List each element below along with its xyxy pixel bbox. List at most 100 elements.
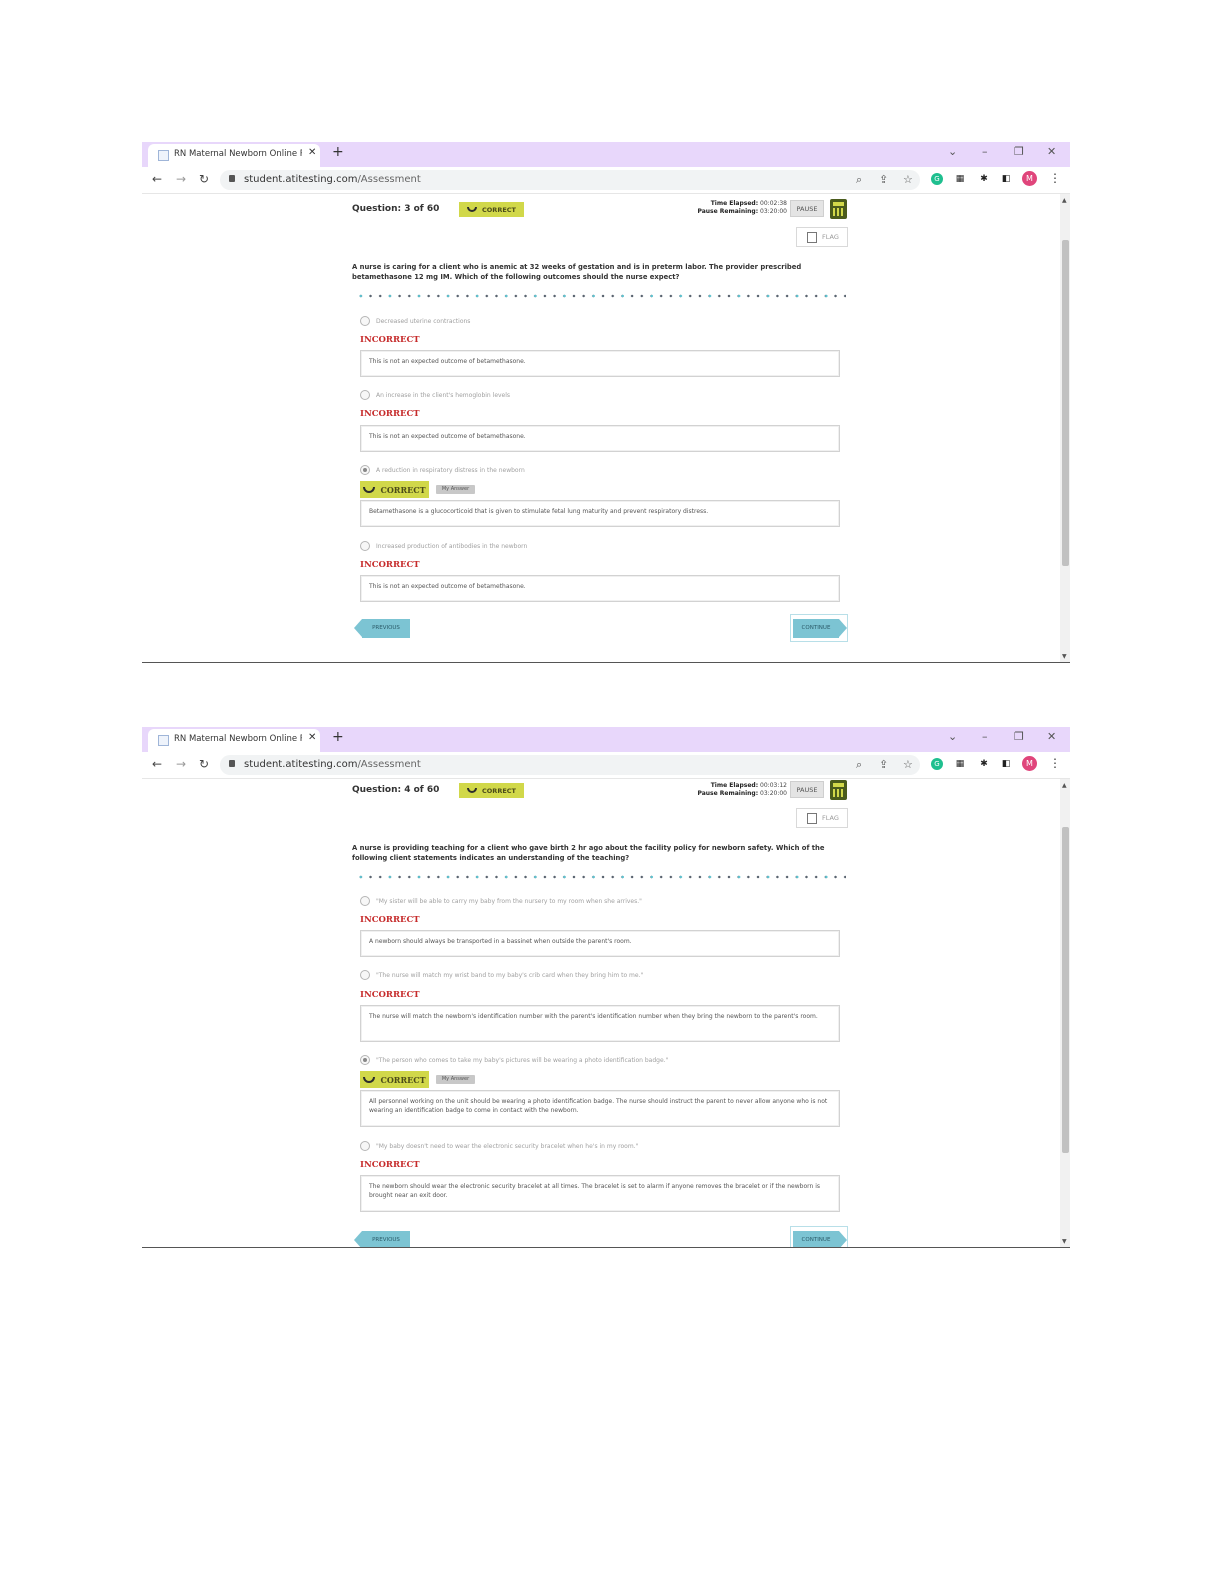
option-text: "My sister will be able to carry my baby…	[376, 898, 642, 905]
url-path: /Assessment	[357, 174, 421, 185]
grammarly-extension-icon[interactable]: G	[931, 758, 943, 770]
forward-icon[interactable]: →	[176, 757, 186, 771]
tab-search-icon[interactable]: ⌄	[948, 145, 957, 158]
scroll-up-icon[interactable]: ▲	[1062, 197, 1067, 204]
result-incorrect: INCORRECT	[360, 915, 420, 925]
time-elapsed-label: Time Elapsed:	[710, 200, 759, 207]
browser-tab[interactable]: RN Maternal Newborn Online Pr ✕	[148, 729, 320, 752]
result-correct-badge: CORRECT	[360, 481, 429, 498]
question-stem: A nurse is caring for a client who is an…	[352, 263, 802, 281]
close-tab-icon[interactable]: ✕	[308, 732, 316, 743]
minimize-icon[interactable]: –	[982, 145, 988, 158]
share-icon[interactable]: ⇪	[879, 758, 888, 771]
page-favicon-icon	[158, 735, 169, 746]
continue-button[interactable]: CONTINUE	[790, 1226, 848, 1248]
restore-icon[interactable]: ❐	[1014, 145, 1024, 158]
pause-remaining-label: Pause Remaining:	[697, 790, 759, 797]
url-host: student.atitesting.com	[244, 174, 358, 185]
restore-icon[interactable]: ❐	[1014, 730, 1024, 743]
option-radio[interactable]	[360, 970, 370, 980]
option-text: An increase in the client's hemoglobin l…	[376, 392, 511, 399]
page-scrollbar[interactable]: ▲ ▼	[1060, 194, 1070, 663]
profile-avatar[interactable]: M	[1022, 756, 1037, 771]
result-incorrect: INCORRECT	[360, 409, 420, 419]
bookmark-star-icon[interactable]: ☆	[903, 758, 913, 771]
rationale-box: This is not an expected outcome of betam…	[360, 425, 840, 452]
rationale-box: All personnel working on the unit should…	[360, 1090, 840, 1127]
reload-icon[interactable]: ↻	[199, 172, 209, 186]
url-text: student.atitesting.com/Assessment	[244, 759, 421, 770]
pause-button[interactable]: PAUSE	[790, 200, 824, 217]
close-tab-icon[interactable]: ✕	[308, 147, 316, 158]
time-elapsed: 00:02:38	[760, 200, 787, 207]
scroll-thumb[interactable]	[1062, 240, 1069, 566]
address-bar[interactable]: student.atitesting.com/Assessment ⌕ ⇪ ☆	[220, 755, 920, 775]
flag-label: FLAG	[822, 233, 839, 241]
tab-search-icon[interactable]: ⌄	[948, 730, 957, 743]
option-radio[interactable]	[360, 896, 370, 906]
option-radio[interactable]	[360, 1141, 370, 1151]
previous-label: PREVIOUS	[362, 1231, 410, 1248]
divider	[142, 662, 1070, 663]
previous-button[interactable]: PREVIOUS	[354, 619, 410, 638]
timer: Time Elapsed: 00:03:12 Pause Remaining: …	[662, 782, 787, 798]
side-panel-icon[interactable]: ◧	[1000, 758, 1012, 770]
scroll-down-icon[interactable]: ▼	[1062, 653, 1067, 660]
status-badge: CORRECT	[459, 202, 524, 217]
time-elapsed-label: Time Elapsed:	[710, 782, 759, 789]
new-tab-icon[interactable]: +	[332, 144, 344, 160]
scroll-up-icon[interactable]: ▲	[1062, 782, 1067, 789]
browser-toolbar: ← → ↻ student.atitesting.com/Assessment …	[142, 167, 1070, 194]
flag-button[interactable]: FLAG	[796, 227, 848, 247]
browser-menu-icon[interactable]: ⋮	[1049, 756, 1061, 770]
result-correct-label: CORRECT	[380, 484, 426, 495]
extension-icon[interactable]: ▦	[954, 173, 966, 185]
bookmark-star-icon[interactable]: ☆	[903, 173, 913, 186]
extension-icon[interactable]: ▦	[954, 758, 966, 770]
address-bar[interactable]: student.atitesting.com/Assessment ⌕ ⇪ ☆	[220, 170, 920, 190]
browser-tab[interactable]: RN Maternal Newborn Online Pr ✕	[148, 144, 320, 167]
continue-label: CONTINUE	[793, 619, 839, 638]
tab-strip: RN Maternal Newborn Online Pr ✕ + ⌄ – ❐ …	[142, 727, 1070, 752]
option-radio-selected[interactable]	[360, 465, 370, 475]
close-window-icon[interactable]: ✕	[1047, 145, 1056, 158]
tab-strip: RN Maternal Newborn Online Pr ✕ + ⌄ – ❐ …	[142, 142, 1070, 167]
calculator-icon[interactable]	[830, 780, 847, 800]
question-counter: Question: 3 of 60	[352, 204, 440, 214]
result-incorrect: INCORRECT	[360, 560, 420, 570]
lock-icon	[229, 760, 235, 767]
zoom-icon[interactable]: ⌕	[856, 173, 862, 187]
profile-avatar[interactable]: M	[1022, 171, 1037, 186]
back-icon[interactable]: ←	[152, 172, 162, 186]
minimize-icon[interactable]: –	[982, 730, 988, 743]
side-panel-icon[interactable]: ◧	[1000, 173, 1012, 185]
flag-button[interactable]: FLAG	[796, 808, 848, 828]
close-window-icon[interactable]: ✕	[1047, 730, 1056, 743]
forward-icon[interactable]: →	[176, 172, 186, 186]
browser-menu-icon[interactable]: ⋮	[1049, 171, 1061, 185]
new-tab-icon[interactable]: +	[332, 729, 344, 745]
extensions-puzzle-icon[interactable]: ✱	[978, 758, 990, 770]
back-icon[interactable]: ←	[152, 757, 162, 771]
zoom-icon[interactable]: ⌕	[856, 758, 862, 772]
option-radio[interactable]	[360, 316, 370, 326]
option-radio[interactable]	[360, 390, 370, 400]
pause-remaining: 03:20:00	[760, 790, 787, 797]
calculator-icon[interactable]	[830, 199, 847, 219]
continue-button[interactable]: CONTINUE	[790, 614, 848, 642]
share-icon[interactable]: ⇪	[879, 173, 888, 186]
option-radio[interactable]	[360, 541, 370, 551]
extensions-puzzle-icon[interactable]: ✱	[978, 173, 990, 185]
previous-label: PREVIOUS	[362, 619, 410, 638]
result-incorrect: INCORRECT	[360, 990, 420, 1000]
previous-button[interactable]: PREVIOUS	[354, 1231, 410, 1248]
option-radio-selected[interactable]	[360, 1055, 370, 1065]
pause-button[interactable]: PAUSE	[790, 781, 824, 798]
scroll-down-icon[interactable]: ▼	[1062, 1238, 1067, 1245]
page-scrollbar[interactable]: ▲ ▼	[1060, 779, 1070, 1248]
status-badge: CORRECT	[459, 783, 524, 798]
scroll-thumb[interactable]	[1062, 827, 1069, 1153]
page-favicon-icon	[158, 150, 169, 161]
reload-icon[interactable]: ↻	[199, 757, 209, 771]
grammarly-extension-icon[interactable]: G	[931, 173, 943, 185]
